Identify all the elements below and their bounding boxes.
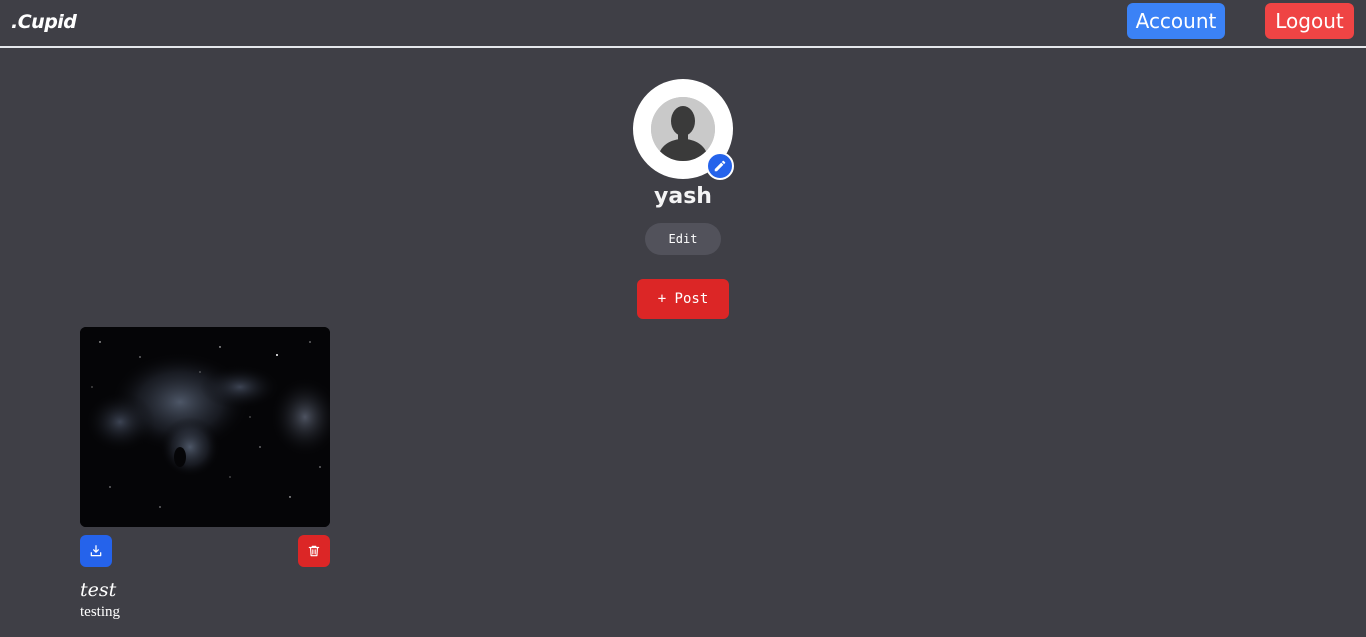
- download-icon: [90, 545, 102, 557]
- brand-logo[interactable]: .Cupid: [11, 11, 77, 33]
- post-image[interactable]: [80, 327, 330, 527]
- post-actions: [80, 535, 330, 567]
- logout-button[interactable]: Logout: [1265, 3, 1354, 39]
- account-button[interactable]: Account: [1127, 3, 1225, 39]
- user-silhouette-icon: [651, 97, 715, 161]
- delete-button[interactable]: [298, 535, 330, 567]
- post-title: test: [80, 579, 117, 601]
- download-button[interactable]: [80, 535, 112, 567]
- post-card: test testing: [80, 327, 330, 621]
- navbar: .Cupid Account Logout: [0, 0, 1366, 48]
- new-post-button[interactable]: + Post: [637, 279, 729, 319]
- username: yash: [654, 184, 712, 209]
- edit-profile-button[interactable]: Edit: [645, 223, 721, 255]
- pencil-icon: [714, 160, 726, 172]
- profile-avatar-wrapper: [633, 79, 734, 180]
- trash-icon: [308, 545, 320, 557]
- edit-avatar-button[interactable]: [706, 152, 734, 180]
- post-description: testing: [80, 604, 120, 620]
